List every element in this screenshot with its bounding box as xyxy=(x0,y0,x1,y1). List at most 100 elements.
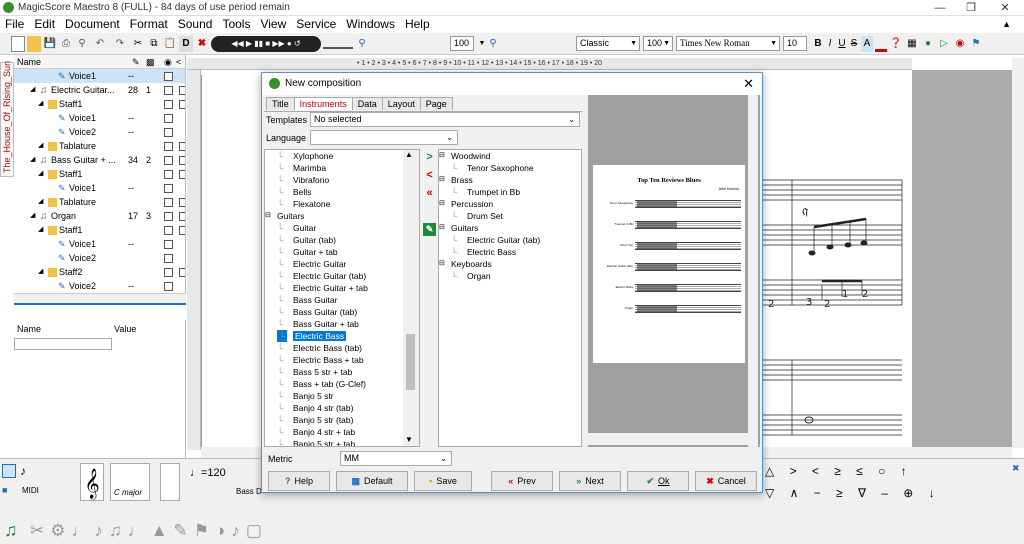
globe-icon[interactable]: ● xyxy=(921,36,935,52)
menu-service[interactable]: Service xyxy=(291,16,341,33)
tree-row[interactable]: ◢ ♫ Electric Guitar... 28 1 xyxy=(14,83,185,97)
scroll-up-icon[interactable]: ▲ xyxy=(405,150,413,159)
available-instruments-list[interactable]: └ Xylophone └ Marimba └ Vibrafono └ Bells └ Flexa… xyxy=(264,149,420,447)
available-item[interactable]: └ Bass Guitar xyxy=(265,294,419,306)
menu-edit[interactable]: Edit xyxy=(29,16,60,33)
preview-vscrollbar[interactable] xyxy=(748,95,758,447)
print-checkbox[interactable] xyxy=(179,212,185,221)
menu-format[interactable]: Format xyxy=(125,16,173,33)
available-item[interactable]: └ Xylophone xyxy=(265,150,419,162)
tree-row[interactable]: ◢ Staff1 xyxy=(14,167,185,181)
available-item[interactable]: └ Bass Guitar (tab) xyxy=(265,306,419,318)
selected-item[interactable]: └ Trumpet in Bb xyxy=(439,186,581,198)
available-item[interactable]: └ Bass Guitar + tab xyxy=(265,318,419,330)
music-note-icon[interactable]: ♫ xyxy=(4,520,18,541)
tree-row[interactable]: ◢ ♫ Organ 17 3 xyxy=(14,209,185,223)
visible-checkbox[interactable] xyxy=(164,282,173,291)
expand-icon[interactable]: ✖ xyxy=(1012,463,1020,474)
tab-instruments[interactable]: Instruments xyxy=(293,97,353,110)
print-icon[interactable]: ⎙ xyxy=(59,36,73,52)
tree-row[interactable]: ✎ Voice2 -- xyxy=(14,125,185,139)
add-instrument-button[interactable]: > xyxy=(423,151,436,164)
collapse-icon[interactable]: ⊟ xyxy=(439,174,445,186)
new-file-icon[interactable] xyxy=(11,36,25,52)
font-pt-select[interactable]: 10 xyxy=(783,36,807,51)
scroll-left-icon[interactable]: < xyxy=(176,55,181,69)
highlight-button[interactable] xyxy=(875,36,887,52)
cancel-button[interactable]: ✖ Cancel xyxy=(695,471,757,491)
style-select[interactable]: Classic ▼ xyxy=(576,36,640,51)
remove-all-button[interactable]: « xyxy=(423,187,436,200)
strike-button[interactable]: S xyxy=(849,36,859,52)
zoom-out-icon[interactable]: ⚲ xyxy=(355,36,369,52)
tab-page[interactable]: Page xyxy=(419,97,453,110)
print-checkbox[interactable] xyxy=(179,86,185,95)
underline-button[interactable]: U xyxy=(837,36,847,52)
bold-button[interactable]: B xyxy=(813,36,823,52)
articulation-palette-2[interactable]: ▽ ∧ − ≥ ∇ – ⊕ ↓ xyxy=(765,486,941,500)
expand-arrow-icon[interactable]: ◢ xyxy=(38,139,43,153)
selected-item[interactable]: ⊟ Keyboards xyxy=(439,258,581,270)
property-name-cell[interactable] xyxy=(14,338,112,350)
tree-row[interactable]: ✎ Voice1 -- xyxy=(14,111,185,125)
flag-icon[interactable]: ⚑ xyxy=(969,36,983,52)
scroll-thumb[interactable] xyxy=(406,334,415,390)
instrument-settings-button[interactable]: ✎ xyxy=(423,223,436,236)
paste-icon[interactable]: 📋 xyxy=(163,36,177,52)
tree-row[interactable]: ✎ Voice2 -- xyxy=(14,279,185,293)
save-button[interactable]: ▪ Save xyxy=(414,471,472,491)
visible-checkbox[interactable] xyxy=(164,72,173,81)
available-item[interactable]: └ Bass 5 str + tab xyxy=(265,366,419,378)
available-item[interactable]: └ Marimba xyxy=(265,162,419,174)
record-icon[interactable]: ◉ xyxy=(953,36,967,52)
preview-hscrollbar[interactable] xyxy=(588,433,748,445)
visible-checkbox[interactable] xyxy=(164,100,173,109)
available-item[interactable]: ⊟ Guitars xyxy=(265,210,419,222)
visible-checkbox[interactable] xyxy=(164,226,173,235)
collapse-icon[interactable]: ⊟ xyxy=(439,222,445,234)
print-checkbox[interactable] xyxy=(179,268,185,277)
tree-row[interactable]: ◢ Tablature xyxy=(14,195,185,209)
print-checkbox[interactable] xyxy=(179,170,185,179)
dialog-close-icon[interactable]: ✕ xyxy=(743,76,754,92)
expand-arrow-icon[interactable]: ◢ xyxy=(30,153,35,167)
key-signature[interactable]: C major xyxy=(110,463,150,501)
collapse-icon[interactable]: ⊟ xyxy=(439,150,445,162)
available-item[interactable]: └ Electric Bass + tab xyxy=(265,354,419,366)
cut-icon[interactable]: ✂ xyxy=(131,36,145,52)
clef-icon[interactable]: 𝄞 xyxy=(80,463,104,501)
tab-data[interactable]: Data xyxy=(351,97,383,110)
print-checkbox[interactable] xyxy=(179,198,185,207)
default-button[interactable]: ▦ Default xyxy=(336,471,408,491)
tree-hscrollbar[interactable] xyxy=(14,293,186,303)
collapse-icon[interactable]: ⊟ xyxy=(439,198,445,210)
color-icon[interactable]: ▩ xyxy=(146,55,155,69)
copy-icon[interactable]: ⧉ xyxy=(147,36,161,52)
selected-item[interactable]: └ Tenor Saxophone xyxy=(439,162,581,174)
tree-row[interactable]: ◢ Tablature xyxy=(14,139,185,153)
menu-document[interactable]: Document xyxy=(60,16,125,33)
selected-item[interactable]: └ Drum Set xyxy=(439,210,581,222)
font-color-button[interactable]: A xyxy=(861,36,873,52)
expand-arrow-icon[interactable]: ◢ xyxy=(38,265,43,279)
ok-button[interactable]: ✔ Ok xyxy=(627,471,689,491)
available-item[interactable]: └ Banjo 5 str xyxy=(265,390,419,402)
menu-sound[interactable]: Sound xyxy=(173,16,218,33)
expand-arrow-icon[interactable]: ◢ xyxy=(38,167,43,181)
print-checkbox[interactable] xyxy=(179,226,185,235)
visible-checkbox[interactable] xyxy=(164,128,173,137)
selected-item[interactable]: └ Organ xyxy=(439,270,581,282)
available-item[interactable]: └ Guitar (tab) xyxy=(265,234,419,246)
draft-icon[interactable]: D xyxy=(179,36,193,52)
delete-icon[interactable]: ✖ xyxy=(195,36,209,52)
menu-view[interactable]: View xyxy=(255,16,291,33)
available-item[interactable]: └ Electric Guitar (tab) xyxy=(265,270,419,282)
tree-row[interactable]: ◢ Staff1 xyxy=(14,97,185,111)
available-item[interactable]: └ Banjo 4 str (tab) xyxy=(265,402,419,414)
visible-checkbox[interactable] xyxy=(164,254,173,263)
tool-icons[interactable]: ✂⚙♩♪♫♩▲✎⚑◑♪▢ xyxy=(30,521,268,541)
tempo-icon[interactable]: ♩=120 xyxy=(190,467,226,479)
expand-arrow-icon[interactable]: ◢ xyxy=(38,223,43,237)
available-item[interactable]: └ Flexatone xyxy=(265,198,419,210)
close-button[interactable]: ✕ xyxy=(990,0,1020,16)
